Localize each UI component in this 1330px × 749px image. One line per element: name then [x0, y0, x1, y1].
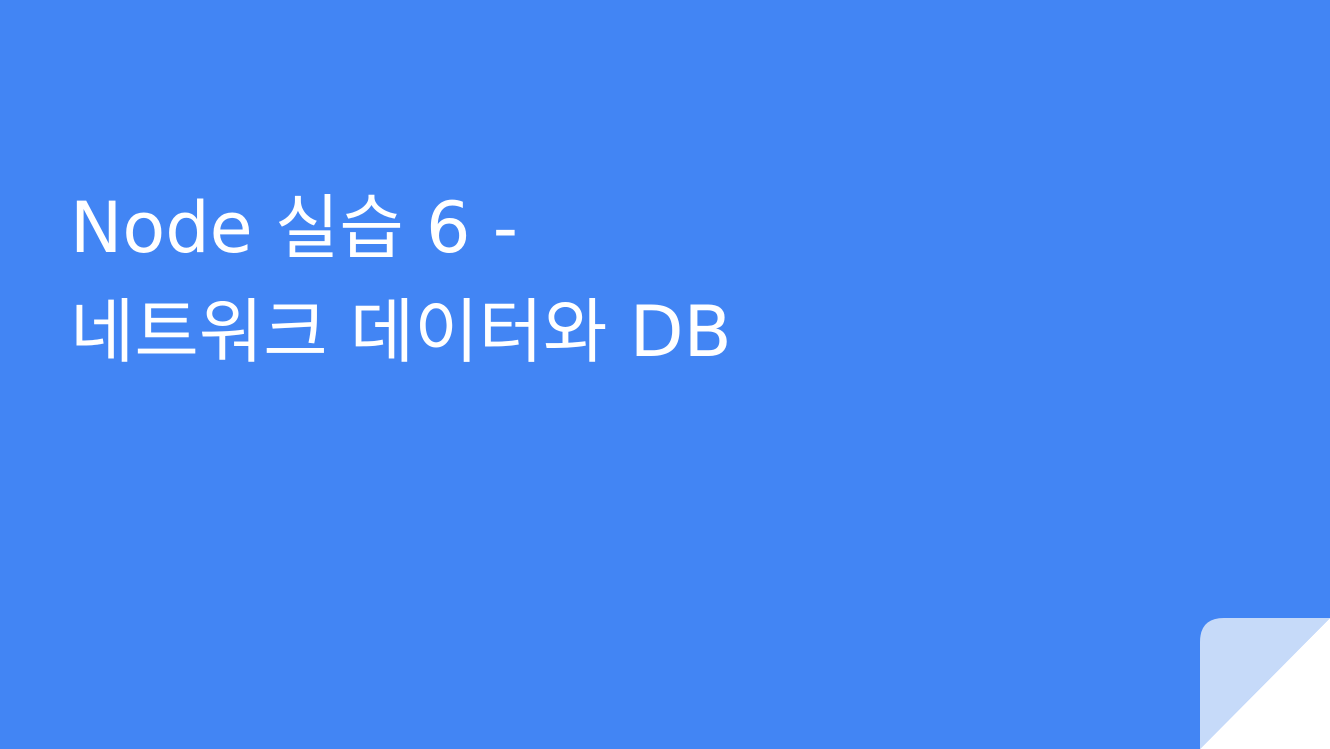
page-curl-icon — [1200, 618, 1330, 749]
slide-title-line-2: 네트워크 데이터와 DB — [70, 291, 732, 373]
slide-title: Node 실습 6 - 네트워크 데이터와 DB — [70, 176, 1170, 384]
title-slide: Node 실습 6 - 네트워크 데이터와 DB — [0, 0, 1330, 749]
slide-title-line-1: Node 실습 6 - — [70, 187, 519, 269]
